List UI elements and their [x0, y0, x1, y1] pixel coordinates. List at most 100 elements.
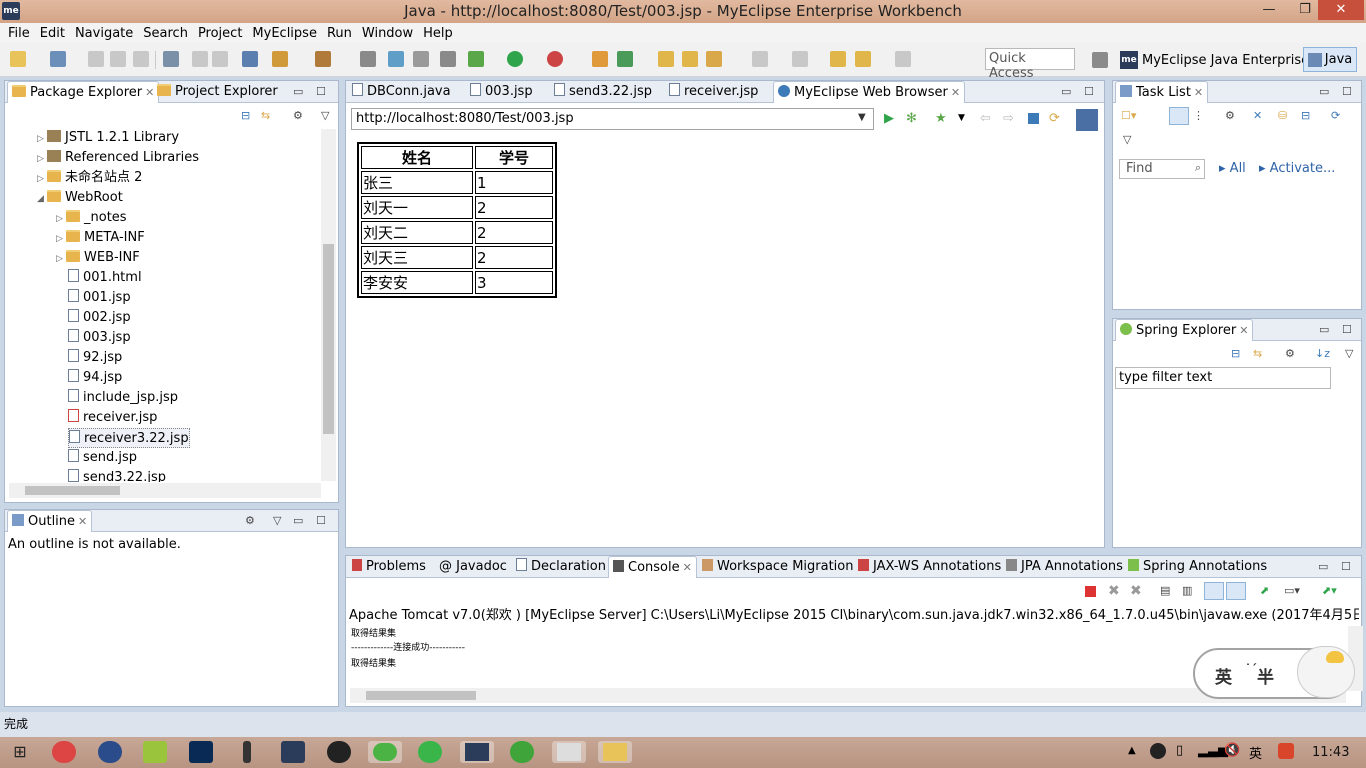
maximize-icon[interactable]: ☐ [1342, 85, 1352, 98]
url-input[interactable]: http://localhost:8080/Test/003.jsp [351, 108, 874, 130]
view-menu-icon[interactable]: ▽ [1123, 133, 1131, 146]
minimize-icon[interactable]: ▭ [1319, 323, 1329, 336]
browser360-icon[interactable] [418, 741, 442, 763]
open-perspective-icon[interactable] [1092, 52, 1108, 68]
collapse-all-icon[interactable]: ⊟ [241, 109, 250, 122]
tab-jpa[interactable]: JPA Annotations [1002, 556, 1127, 578]
open-resource-icon[interactable] [682, 51, 698, 67]
undo-icon[interactable] [192, 51, 208, 67]
perspective-myeclipse[interactable]: me MyEclipse Java Enterprise [1120, 48, 1309, 72]
tree-item[interactable]: 001.html [68, 268, 142, 288]
new-package-icon[interactable] [617, 51, 633, 67]
start-icon[interactable]: ⊞ [8, 741, 32, 763]
minimize-icon[interactable]: ▭ [293, 514, 303, 527]
chevron-down-icon[interactable]: ▼ [958, 113, 965, 123]
tree-item[interactable]: 003.jsp [68, 328, 131, 348]
maximize-icon[interactable]: ☐ [1341, 560, 1351, 573]
menu-edit[interactable]: Edit [36, 26, 71, 41]
refresh-icon[interactable] [440, 51, 456, 67]
android-icon[interactable] [143, 741, 167, 763]
tree-item[interactable]: receiver.jsp [68, 408, 157, 428]
clock[interactable]: 11:43 [1312, 745, 1349, 760]
new-class-icon[interactable] [592, 51, 608, 67]
deploy-icon[interactable] [242, 51, 258, 67]
tree-item[interactable]: send.jsp [68, 448, 137, 468]
filter-icon[interactable]: ⚙ [245, 514, 255, 527]
pin-icon[interactable] [243, 741, 251, 763]
frog-icon[interactable] [510, 741, 534, 763]
terminate-icon[interactable] [1085, 586, 1096, 597]
tree-item[interactable]: 002.jsp [68, 308, 131, 328]
menu-myeclipse[interactable]: MyEclipse [248, 26, 323, 41]
scrollbar-thumb[interactable] [366, 691, 476, 700]
quick-access-input[interactable]: Quick Access [985, 48, 1075, 81]
tab-dbconn-java[interactable]: DBConn.java [348, 81, 455, 103]
tab-console[interactable]: Console ✕ [608, 556, 697, 578]
tab-spring-annotations[interactable]: Spring Annotations [1124, 556, 1271, 578]
server-icon[interactable] [272, 51, 288, 67]
menu-run[interactable]: Run [323, 26, 358, 41]
tree-item[interactable]: ▷ Referenced Libraries [37, 148, 199, 168]
tree-item[interactable]: ◢ WebRoot [37, 188, 123, 208]
grid-icon[interactable] [360, 51, 376, 67]
tab-003-jsp[interactable]: 003.jsp [466, 81, 537, 103]
save-icon[interactable] [88, 51, 104, 67]
maximize-icon[interactable]: ☐ [316, 514, 326, 527]
remove-all-icon[interactable]: ✖ [1130, 583, 1142, 599]
filter-icon[interactable]: ⚙ [1285, 347, 1295, 360]
scroll-lock-icon[interactable]: ▥ [1182, 584, 1192, 597]
ime-lang[interactable]: 英 [1215, 663, 1232, 688]
tree-item[interactable]: include_jsp.jsp [68, 388, 178, 408]
sync-icon[interactable]: ⟳ [1331, 109, 1340, 122]
close-icon[interactable]: ✕ [1318, 0, 1364, 20]
tab-task-list[interactable]: Task List ✕ [1115, 81, 1209, 103]
tab-project-explorer[interactable]: Project Explorer [153, 81, 282, 103]
tab-package-explorer[interactable]: Package Explorer ✕ [7, 81, 160, 103]
close-icon[interactable]: ✕ [78, 515, 87, 528]
tab-javadoc[interactable]: @ Javadoc [435, 556, 511, 578]
save-all-icon[interactable] [110, 51, 126, 67]
explorer-item[interactable] [598, 741, 632, 763]
next-annotation-icon[interactable] [752, 51, 768, 67]
battery-icon[interactable]: ▯ [1176, 743, 1183, 758]
maximize-icon[interactable]: ☐ [1084, 85, 1094, 98]
show-on-error-icon[interactable] [1226, 582, 1246, 600]
tab-workspace-migration[interactable]: Workspace Migration [698, 556, 857, 578]
wechat-taskbar-item[interactable] [368, 741, 402, 763]
tree-item[interactable]: 94.jsp [68, 368, 122, 388]
back-icon[interactable]: ⇦ [980, 111, 991, 126]
vertical-scrollbar[interactable] [321, 129, 336, 481]
qq-icon[interactable] [327, 741, 351, 763]
tab-receiver-jsp[interactable]: receiver.jsp [665, 81, 762, 103]
close-icon[interactable]: ✕ [951, 86, 960, 99]
collapse-all-icon[interactable]: ⊟ [1231, 347, 1240, 360]
tree-item-selected[interactable]: receiver3.22.jsp [68, 428, 190, 448]
ime-toolbar[interactable]: 英 ˙ˊ 半 [1193, 646, 1355, 699]
view-menu-icon[interactable]: ▽ [273, 514, 281, 527]
restore-icon[interactable]: ❐ [1290, 0, 1320, 20]
menu-project[interactable]: Project [194, 26, 248, 41]
tree-item[interactable]: ▷ 未命名站点 2 [37, 168, 142, 188]
minimize-icon[interactable]: ▭ [1319, 85, 1329, 98]
scrollbar-thumb[interactable] [323, 244, 334, 434]
sort-icon[interactable]: ↓z [1315, 347, 1330, 360]
link-editor-icon[interactable]: ⇆ [261, 109, 270, 122]
focus-icon[interactable]: ⛁ [1278, 109, 1287, 122]
display-console-icon[interactable]: ▭▾ [1284, 584, 1300, 597]
all-link[interactable]: ▸ All [1219, 161, 1246, 176]
scheduled-icon[interactable]: ⋮ [1193, 109, 1204, 122]
open-type-icon[interactable] [658, 51, 674, 67]
tab-jaxws[interactable]: JAX-WS Annotations [854, 556, 1005, 578]
close-icon[interactable]: ✕ [1239, 324, 1248, 337]
pin-console-icon[interactable]: ⬈ [1260, 584, 1269, 597]
publish-icon[interactable] [413, 51, 429, 67]
maximize-icon[interactable]: ☐ [1342, 323, 1352, 336]
tree-item[interactable]: 92.jsp [68, 348, 122, 368]
debug-icon[interactable] [468, 51, 484, 67]
link-editor-icon[interactable]: ⇆ [1253, 347, 1262, 360]
tree-item[interactable]: send3.22.jsp [68, 468, 166, 482]
tray-lang[interactable]: 英 [1249, 743, 1262, 762]
tab-send3-jsp[interactable]: send3.22.jsp [550, 81, 656, 103]
minimize-icon[interactable]: ▭ [1318, 560, 1328, 573]
app-icon[interactable] [98, 741, 122, 763]
